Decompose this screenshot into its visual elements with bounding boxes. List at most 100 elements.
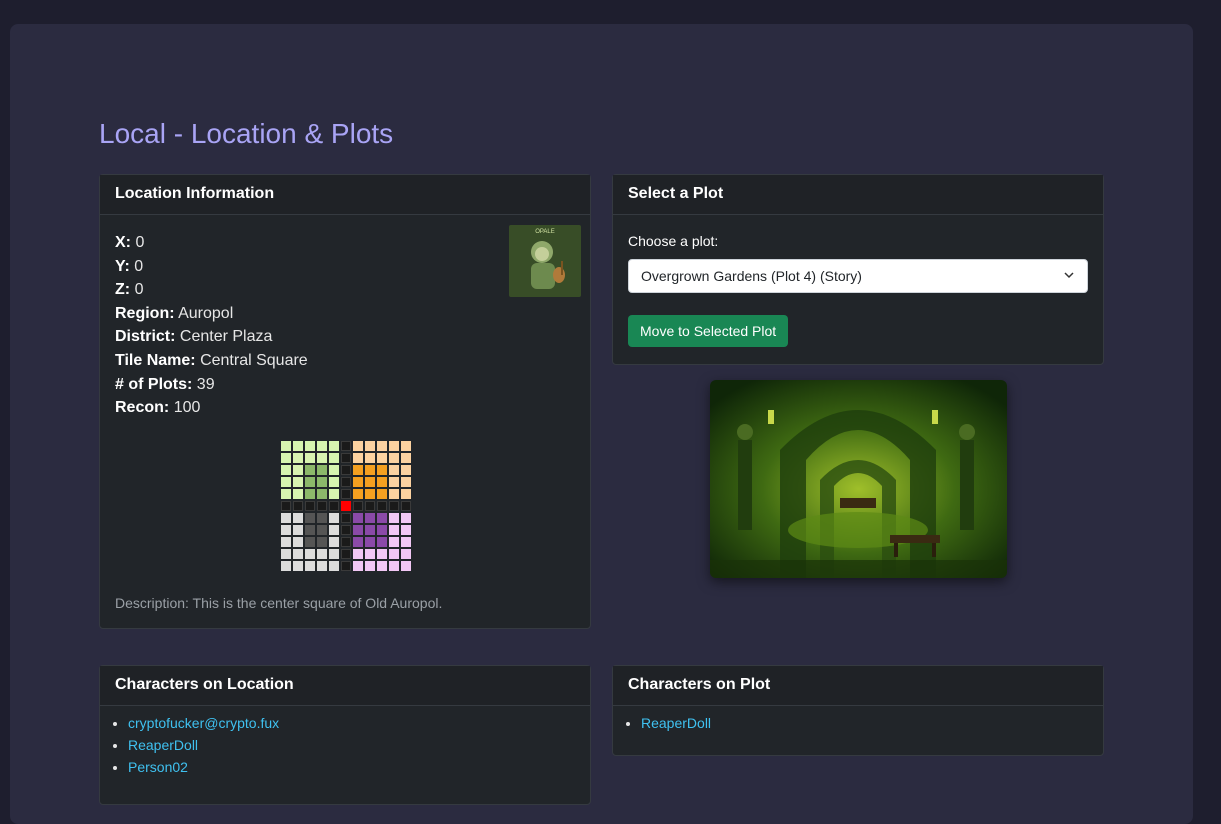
map-tile — [365, 513, 375, 523]
map-tile — [329, 549, 339, 559]
map-tile — [353, 525, 363, 535]
map-tile — [317, 525, 327, 535]
move-to-plot-button[interactable]: Move to Selected Plot — [628, 315, 789, 347]
map-tile — [305, 513, 315, 523]
map-tile — [341, 489, 351, 499]
map-tile — [329, 465, 339, 475]
character-link[interactable]: cryptofucker@crypto.fux — [128, 715, 279, 731]
map-tile — [317, 537, 327, 547]
map-tile — [353, 441, 363, 451]
select-plot-card: Select a Plot Choose a plot: Overgrown G… — [612, 174, 1104, 365]
map-tile — [389, 537, 399, 547]
field-tile-name: Tile Name: Central Square — [115, 351, 308, 369]
location-info-card: Location Information X: 0 Y: 0 Z: 0 Regi… — [99, 174, 591, 629]
plot-select-value: Overgrown Gardens (Plot 4) (Story) — [641, 268, 862, 284]
map-tile — [305, 561, 315, 571]
map-tile — [389, 549, 399, 559]
map-tile — [329, 525, 339, 535]
map-tile — [329, 537, 339, 547]
map-tile — [329, 453, 339, 463]
location-description: Description: This is the center square o… — [115, 595, 443, 611]
map-tile — [341, 441, 351, 451]
map-tile — [365, 453, 375, 463]
map-tile — [353, 465, 363, 475]
map-tile — [281, 489, 291, 499]
field-region: Region: Auropol — [115, 304, 234, 322]
map-tile — [389, 477, 399, 487]
choose-plot-label: Choose a plot: — [628, 233, 719, 249]
map-tile — [389, 465, 399, 475]
field-recon: Recon: 100 — [115, 399, 201, 417]
character-link[interactable]: ReaperDoll — [128, 737, 198, 753]
map-tile — [389, 513, 399, 523]
plot-image — [710, 380, 1007, 578]
map-tile — [377, 561, 387, 571]
select-plot-header: Select a Plot — [613, 175, 1103, 215]
map-tile — [401, 549, 411, 559]
map-tile — [401, 561, 411, 571]
map-tile — [341, 513, 351, 523]
map-tile — [377, 537, 387, 547]
map-tile — [401, 537, 411, 547]
map-tile — [305, 453, 315, 463]
plot-select[interactable]: Overgrown Gardens (Plot 4) (Story) — [628, 259, 1088, 293]
map-tile — [353, 501, 363, 511]
map-tile — [281, 561, 291, 571]
map-tile — [305, 525, 315, 535]
map-tile — [281, 465, 291, 475]
map-tile — [389, 525, 399, 535]
map-tile — [317, 513, 327, 523]
map-tile — [341, 453, 351, 463]
map-tile — [293, 489, 303, 499]
field-z: Z: 0 — [115, 281, 144, 299]
list-item: Person02 — [128, 756, 590, 778]
character-link[interactable]: ReaperDoll — [641, 715, 711, 731]
map-tile — [353, 453, 363, 463]
map-tile — [293, 537, 303, 547]
map-tile — [305, 441, 315, 451]
map-tile — [317, 441, 327, 451]
map-tile — [365, 537, 375, 547]
characters-location-card: Characters on Location cryptofucker@cryp… — [99, 665, 591, 805]
map-tile — [365, 549, 375, 559]
map-tile — [341, 525, 351, 535]
map-tile — [341, 549, 351, 559]
map-tile — [401, 525, 411, 535]
field-district: District: Center Plaza — [115, 328, 273, 346]
list-item: ReaperDoll — [641, 712, 1103, 734]
map-tile — [341, 477, 351, 487]
map-tile — [281, 441, 291, 451]
map-tile — [365, 489, 375, 499]
map-tile — [389, 501, 399, 511]
map-tile — [377, 513, 387, 523]
map-tile — [377, 489, 387, 499]
map-tile — [317, 549, 327, 559]
map-tile — [329, 489, 339, 499]
map-tile — [401, 453, 411, 463]
map-tile — [389, 561, 399, 571]
map-tile — [365, 525, 375, 535]
map-tile — [305, 489, 315, 499]
characters-plot-list: ReaperDoll — [613, 712, 1103, 734]
characters-plot-card: Characters on Plot ReaperDoll — [612, 665, 1104, 756]
map-tile — [341, 561, 351, 571]
map-tile — [281, 525, 291, 535]
map-tile — [281, 549, 291, 559]
thumbnail-logo-text: OPALE — [535, 229, 555, 235]
characters-location-list: cryptofucker@crypto.fux ReaperDoll Perso… — [100, 712, 590, 778]
chevron-down-icon — [1063, 268, 1075, 284]
map-tile — [365, 501, 375, 511]
map-tile — [293, 501, 303, 511]
map-tile — [305, 477, 315, 487]
list-item: ReaperDoll — [128, 734, 590, 756]
map-tile — [401, 489, 411, 499]
map-tile — [377, 453, 387, 463]
map-tile — [317, 489, 327, 499]
map-tile — [389, 489, 399, 499]
map-tile — [377, 501, 387, 511]
map-tile — [281, 513, 291, 523]
map-tile — [293, 525, 303, 535]
list-item: cryptofucker@crypto.fux — [128, 712, 590, 734]
character-link[interactable]: Person02 — [128, 759, 188, 775]
location-thumbnail: OPALE — [509, 225, 581, 297]
